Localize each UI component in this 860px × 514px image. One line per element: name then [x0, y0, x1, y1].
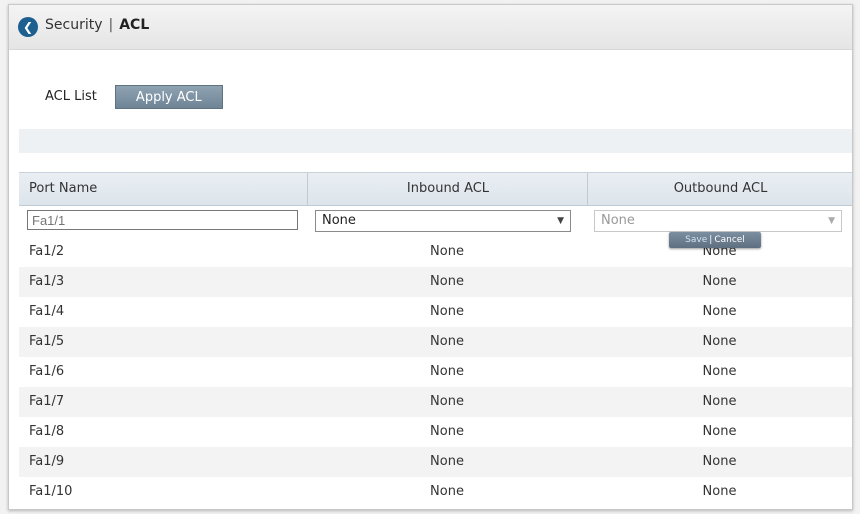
outbound-acl-value: None — [601, 213, 635, 228]
chevron-down-icon: ▼ — [828, 216, 835, 226]
breadcrumb-separator: | — [108, 17, 114, 33]
inbound-acl-cell: None — [430, 274, 464, 289]
table-header: Port Name Inbound ACL Outbound ACL — [19, 172, 852, 206]
port-name-cell: Fa1/5 — [29, 334, 65, 349]
breadcrumb-security[interactable]: Security — [45, 17, 103, 33]
outbound-acl-cell: None — [702, 424, 737, 439]
column-header-outbound-acl[interactable]: Outbound ACL — [587, 173, 852, 205]
page-header: ❮ Security | ACL — [9, 5, 852, 50]
outbound-acl-cell: None — [702, 274, 737, 289]
breadcrumb: Security | ACL — [45, 17, 149, 33]
inbound-acl-select[interactable]: None ▼ — [315, 210, 571, 232]
inbound-acl-cell: None — [430, 484, 464, 499]
toolbar-band — [19, 129, 852, 153]
inbound-acl-cell: None — [430, 394, 464, 409]
port-name-cell: Fa1/3 — [29, 274, 65, 289]
save-cancel-popup: Save | Cancel — [669, 232, 761, 248]
acl-table: Port Name Inbound ACL Outbound ACL None … — [19, 172, 852, 507]
tab-bar: ACL List Apply ACL — [31, 85, 223, 109]
port-name-cell: Fa1/7 — [29, 394, 65, 409]
port-name-cell: Fa1/4 — [29, 304, 65, 319]
inbound-acl-cell: None — [430, 304, 464, 319]
inbound-acl-value: None — [322, 213, 356, 228]
outbound-acl-cell: None — [702, 394, 737, 409]
port-name-input[interactable] — [27, 210, 298, 230]
port-name-cell: Fa1/9 — [29, 454, 65, 469]
app-window: ❮ Security | ACL ACL List Apply ACL Port Na… — [8, 4, 853, 510]
inbound-acl-cell: None — [430, 454, 464, 469]
cancel-button[interactable]: Cancel — [714, 235, 745, 245]
tab-apply-acl[interactable]: Apply ACL — [114, 85, 223, 109]
inbound-acl-cell: None — [430, 424, 464, 439]
table-row[interactable]: Fa1/5 None None — [19, 327, 852, 357]
breadcrumb-current: ACL — [119, 17, 150, 33]
outbound-acl-cell: None — [702, 334, 737, 349]
column-header-port-name[interactable]: Port Name — [29, 173, 97, 205]
outbound-acl-cell: None — [702, 484, 737, 499]
back-arrow-icon[interactable]: ❮ — [18, 17, 38, 37]
outbound-acl-select[interactable]: None ▼ — [594, 210, 842, 232]
port-name-cell: Fa1/6 — [29, 364, 65, 379]
table-row[interactable]: Fa1/6 None None — [19, 357, 852, 387]
tab-acl-list[interactable]: ACL List — [31, 85, 109, 109]
table-row[interactable]: Fa1/3 None None — [19, 267, 852, 297]
table-row[interactable]: Fa1/4 None None — [19, 297, 852, 327]
table-row[interactable]: Fa1/7 None None — [19, 387, 852, 417]
save-button[interactable]: Save — [685, 235, 707, 245]
table-row[interactable]: Fa1/9 None None — [19, 447, 852, 477]
column-header-inbound-acl[interactable]: Inbound ACL — [307, 173, 588, 205]
inbound-acl-cell: None — [430, 244, 464, 259]
outbound-acl-cell: None — [702, 304, 737, 319]
inbound-acl-cell: None — [430, 364, 464, 379]
outbound-acl-cell: None — [702, 364, 737, 379]
table-row[interactable]: Fa1/8 None None — [19, 417, 852, 447]
port-name-cell: Fa1/10 — [29, 484, 73, 499]
chevron-down-icon: ▼ — [557, 216, 564, 226]
inbound-acl-cell: None — [430, 334, 464, 349]
port-name-cell: Fa1/8 — [29, 424, 65, 439]
port-name-cell: Fa1/2 — [29, 244, 65, 259]
outbound-acl-cell: None — [702, 454, 737, 469]
table-row[interactable]: Fa1/10 None None — [19, 477, 852, 507]
